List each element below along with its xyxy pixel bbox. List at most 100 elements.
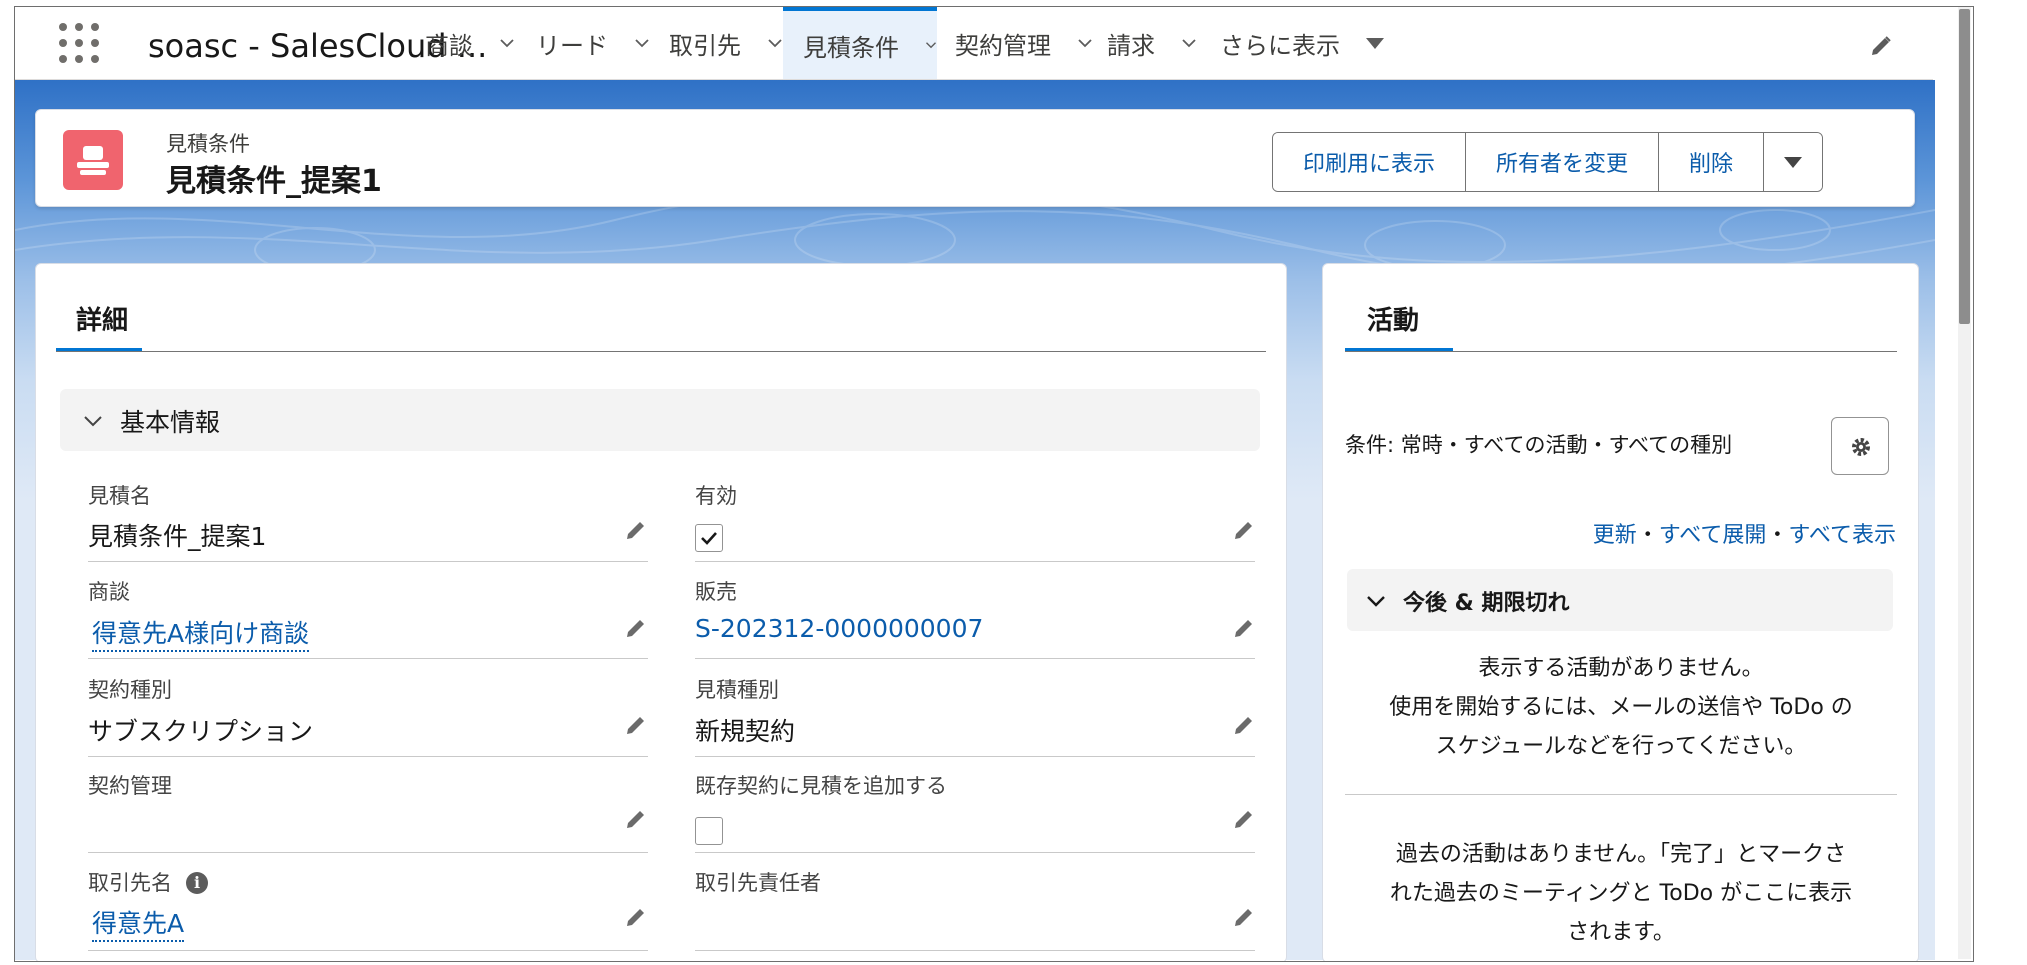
chevron-down-icon[interactable] bbox=[1077, 35, 1093, 51]
refresh-link[interactable]: 更新 bbox=[1593, 523, 1637, 548]
edit-pencil-icon[interactable] bbox=[624, 807, 648, 831]
chevron-down-icon[interactable] bbox=[767, 35, 783, 51]
change-owner-button[interactable]: 所有者を変更 bbox=[1466, 133, 1660, 191]
nav-item-quote-conditions[interactable]: 見積条件 bbox=[783, 7, 937, 79]
nav-item-label: 契約管理 bbox=[955, 31, 1051, 60]
past-activity-line-3: されます。 bbox=[1567, 920, 1675, 945]
nav-item-label: リード bbox=[536, 31, 608, 60]
tab-activity[interactable]: 活動 bbox=[1367, 300, 1419, 337]
activity-settings-button[interactable] bbox=[1831, 417, 1889, 475]
field-value-opportunity[interactable]: 得意先A様向け商談 bbox=[92, 614, 310, 652]
field-divider bbox=[88, 561, 648, 562]
field-value-account-name[interactable]: 得意先A bbox=[92, 904, 185, 942]
checkmark-icon bbox=[701, 532, 717, 545]
activity-filter-text: 条件: 常時・すべての活動・すべての種別 bbox=[1345, 433, 1733, 457]
nav-item-lead[interactable]: リード bbox=[536, 7, 650, 79]
gear-icon bbox=[1852, 438, 1870, 456]
field-value-quote-name: 見積条件_提案1 bbox=[88, 522, 267, 551]
add-to-existing-checkbox[interactable] bbox=[695, 817, 723, 845]
record-action-buttons: 印刷用に表示 所有者を変更 削除 bbox=[1272, 132, 1824, 192]
edit-pencil-icon[interactable] bbox=[624, 616, 648, 640]
edit-pencil-icon[interactable] bbox=[1232, 518, 1256, 542]
opportunity-link[interactable]: 得意先A様向け商談 bbox=[92, 619, 310, 652]
field-divider bbox=[88, 852, 648, 853]
nav-more[interactable]: さらに表示 bbox=[1220, 7, 1384, 79]
edit-pencil-icon[interactable] bbox=[624, 905, 648, 929]
nav-item-billing[interactable]: 請求 bbox=[1107, 7, 1197, 79]
edit-pencil-icon[interactable] bbox=[1232, 807, 1256, 831]
edit-pencil-icon[interactable] bbox=[624, 518, 648, 542]
record-header: 見積条件 見積条件_提案1 印刷用に表示 所有者を変更 削除 bbox=[35, 109, 1915, 207]
chevron-down-icon[interactable] bbox=[1181, 35, 1197, 51]
nav-item-account[interactable]: 取引先 bbox=[669, 7, 783, 79]
empty-activity-line-2: 使用を開始するには、メールの送信や ToDo の bbox=[1389, 695, 1853, 720]
empty-activity-line-1: 表示する活動がありません。 bbox=[1478, 656, 1764, 681]
page-scrollbar[interactable] bbox=[1958, 7, 1971, 959]
tab-details[interactable]: 詳細 bbox=[76, 300, 128, 337]
field-label-opportunity: 商談 bbox=[88, 580, 130, 604]
edit-nav-pencil-icon[interactable] bbox=[1869, 34, 1893, 58]
delete-button[interactable]: 削除 bbox=[1659, 133, 1765, 191]
field-label-active: 有効 bbox=[695, 484, 737, 508]
nav-item-label: 取引先 bbox=[669, 31, 741, 60]
field-label-quote-name: 見積名 bbox=[88, 484, 151, 508]
view-all-link[interactable]: すべて表示 bbox=[1788, 523, 1896, 548]
chevron-down-icon[interactable] bbox=[499, 35, 515, 51]
edit-pencil-icon[interactable] bbox=[1232, 713, 1256, 737]
more-actions-button[interactable] bbox=[1764, 133, 1823, 191]
activity-links: 更新・すべて展開・すべて表示 bbox=[1593, 517, 1896, 549]
field-label-quote-type: 見積種別 bbox=[695, 678, 779, 702]
detail-card: 詳細 基本情報 見積名 見積条件_提案1 有効 商談 得意先A様向け商談 販売 … bbox=[35, 263, 1287, 961]
section-upcoming-overdue[interactable]: 今後 & 期限切れ bbox=[1347, 569, 1893, 631]
app-launcher-icon[interactable] bbox=[59, 23, 101, 65]
record-title: 見積条件_提案1 bbox=[166, 164, 382, 199]
edit-pencil-icon[interactable] bbox=[624, 713, 648, 737]
expand-all-link[interactable]: すべて展開 bbox=[1659, 523, 1767, 548]
field-divider bbox=[88, 950, 648, 951]
account-name-label-text: 取引先名 bbox=[88, 871, 172, 895]
global-nav-bar: soasc - SalesCloud ... 商談 リード 取引先 見積条件 契… bbox=[15, 7, 1933, 80]
info-icon[interactable]: i bbox=[186, 872, 208, 894]
nav-item-opportunity[interactable]: 商談 bbox=[425, 7, 515, 79]
chevron-down-icon[interactable] bbox=[634, 35, 650, 51]
field-label-account-name: 取引先名 i bbox=[88, 867, 208, 897]
link-separator: ・ bbox=[1636, 523, 1659, 548]
field-divider bbox=[695, 658, 1255, 659]
section-label: 基本情報 bbox=[120, 408, 221, 437]
sales-link[interactable]: S-202312-0000000007 bbox=[695, 614, 983, 643]
field-label-contract-type: 契約種別 bbox=[88, 678, 172, 702]
field-divider bbox=[695, 852, 1255, 853]
field-divider bbox=[88, 756, 648, 757]
active-checkbox[interactable] bbox=[695, 524, 723, 552]
chevron-down-icon bbox=[1367, 596, 1385, 607]
field-divider bbox=[695, 561, 1255, 562]
section-label: 今後 & 期限切れ bbox=[1403, 591, 1570, 616]
field-value-contract-type: サブスクリプション bbox=[88, 717, 314, 746]
field-value-quote-type: 新規契約 bbox=[695, 717, 796, 746]
field-label-sales: 販売 bbox=[695, 580, 737, 604]
field-divider bbox=[88, 658, 648, 659]
edit-pencil-icon[interactable] bbox=[1232, 905, 1256, 929]
edit-pencil-icon[interactable] bbox=[1232, 616, 1256, 640]
chevron-down-icon[interactable] bbox=[925, 37, 937, 53]
field-label-account-contact: 取引先責任者 bbox=[695, 871, 821, 895]
field-divider bbox=[695, 756, 1255, 757]
section-basic-info[interactable]: 基本情報 bbox=[60, 389, 1260, 451]
record-type-label: 見積条件 bbox=[166, 132, 250, 156]
field-divider bbox=[695, 950, 1255, 951]
nav-item-label: 商談 bbox=[425, 31, 473, 60]
field-label-add-to-existing: 既存契約に見積を追加する bbox=[695, 774, 947, 798]
caret-down-icon bbox=[1784, 156, 1803, 168]
empty-activity-line-3: スケジュールなどを行ってください。 bbox=[1435, 734, 1807, 759]
account-link[interactable]: 得意先A bbox=[92, 909, 185, 942]
printable-view-button[interactable]: 印刷用に表示 bbox=[1273, 133, 1467, 191]
caret-down-icon bbox=[1366, 37, 1384, 49]
tab-divider bbox=[56, 351, 1266, 352]
nav-more-label: さらに表示 bbox=[1220, 31, 1340, 60]
nav-item-contract-mgmt[interactable]: 契約管理 bbox=[955, 7, 1093, 79]
link-separator: ・ bbox=[1766, 523, 1789, 548]
scrollbar-thumb[interactable] bbox=[1959, 9, 1970, 324]
past-activity-line-1: 過去の活動はありません。「完了」とマークさ bbox=[1395, 842, 1847, 867]
nav-item-label: 請求 bbox=[1107, 31, 1155, 60]
tab-divider bbox=[1345, 351, 1897, 352]
